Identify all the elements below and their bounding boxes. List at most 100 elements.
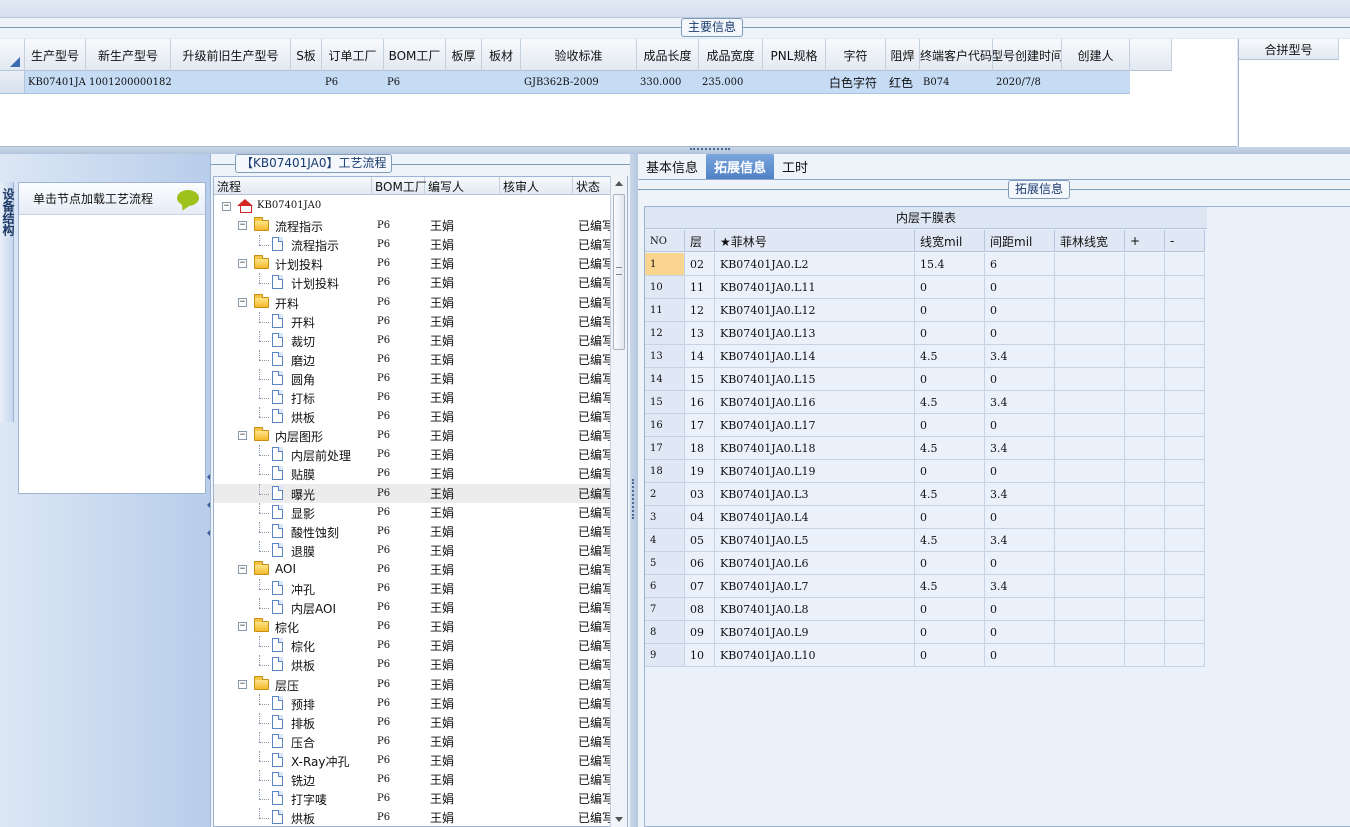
main-cell[interactable]: 235.000 (699, 71, 763, 93)
film-cell[interactable]: KB07401JA0.L3 (715, 483, 915, 505)
film-cell[interactable]: 04 (685, 506, 715, 528)
film-cell[interactable] (1165, 529, 1205, 551)
main-col-header[interactable]: 终端客户代码 (920, 39, 993, 71)
tree-node[interactable]: 磨边 P6 王娟 已编写 (214, 349, 614, 369)
film-cell[interactable] (1125, 621, 1165, 643)
tree-col-header[interactable]: 核审人 (500, 177, 573, 195)
main-cell[interactable]: 白色字符 (826, 71, 886, 93)
film-cell[interactable]: 0 (985, 598, 1055, 620)
film-table-row[interactable]: 17 18 KB07401JA0.L18 4.5 3.4 (645, 437, 1205, 460)
film-cell[interactable] (1125, 414, 1165, 436)
film-cell[interactable]: 14 (645, 368, 685, 390)
film-table-row[interactable]: 2 03 KB07401JA0.L3 4.5 3.4 (645, 483, 1205, 506)
main-cell[interactable]: KB07401JA0 (25, 71, 86, 93)
scroll-thumb[interactable] (613, 194, 625, 350)
film-cell[interactable]: 18 (645, 460, 685, 482)
film-table-row[interactable]: 3 04 KB07401JA0.L4 0 0 (645, 506, 1205, 529)
film-cell[interactable] (1125, 437, 1165, 459)
film-cell[interactable]: KB07401JA0.L18 (715, 437, 915, 459)
film-cell[interactable]: 0 (985, 414, 1055, 436)
film-table-row[interactable]: 16 17 KB07401JA0.L17 0 0 (645, 414, 1205, 437)
film-cell[interactable] (1055, 506, 1125, 528)
film-table-row[interactable]: 6 07 KB07401JA0.L7 4.5 3.4 (645, 575, 1205, 598)
main-cell[interactable]: P6 (322, 71, 384, 93)
film-cell[interactable] (1165, 414, 1205, 436)
main-grid-row[interactable]: KB07401JA0 10012000001826 P6 P6 GJB362B-2009… (0, 71, 1130, 94)
film-cell[interactable]: 12 (645, 322, 685, 344)
film-cell[interactable] (1055, 391, 1125, 413)
tree-node-name[interactable]: − 棕化 (214, 617, 372, 636)
film-cell[interactable]: 0 (985, 552, 1055, 574)
film-table-row[interactable]: 15 16 KB07401JA0.L16 4.5 3.4 (645, 391, 1205, 414)
film-cell[interactable]: 14 (685, 345, 715, 367)
film-cell[interactable]: 3 (645, 506, 685, 528)
main-cell[interactable] (446, 71, 482, 93)
tree-col-header[interactable]: 编写人 (425, 177, 500, 195)
tree-node[interactable]: X-Ray冲孔 P6 王娟 已编写 (214, 750, 614, 770)
film-cell[interactable]: KB07401JA0.L13 (715, 322, 915, 344)
tab-work-hours[interactable]: 工时 (774, 154, 816, 179)
film-cell[interactable]: 18 (685, 437, 715, 459)
scroll-up-icon[interactable] (615, 181, 623, 186)
tree-node-name[interactable]: 烘板 (214, 407, 372, 426)
tree-node[interactable]: 计划投料 P6 王娟 已编写 (214, 273, 614, 292)
film-cell[interactable] (1165, 437, 1205, 459)
tab-device-structure[interactable]: 设备结构 (0, 182, 15, 422)
film-cell[interactable] (1125, 529, 1165, 551)
main-col-header[interactable]: 成品宽度 (699, 39, 763, 71)
tree-node-name[interactable]: 计划投料 (214, 273, 372, 292)
tree-node[interactable]: − KB07401JA0 (214, 197, 614, 216)
tree-node-name[interactable]: 酸性蚀刻 (214, 521, 372, 541)
tree-node[interactable]: 流程指示 P6 王娟 已编写 (214, 235, 614, 254)
film-cell[interactable]: 19 (685, 460, 715, 482)
tree-node[interactable]: − 开料 P6 王娟 已编写 (214, 293, 614, 312)
film-cell[interactable] (1165, 276, 1205, 298)
film-cell[interactable] (1055, 621, 1125, 643)
film-table-row[interactable]: 8 09 KB07401JA0.L9 0 0 (645, 621, 1205, 644)
film-table-row[interactable]: 4 05 KB07401JA0.L5 4.5 3.4 (645, 529, 1205, 552)
film-cell[interactable] (1165, 391, 1205, 413)
film-cell[interactable]: 0 (915, 299, 985, 321)
film-cell[interactable]: 15.4 (915, 253, 985, 275)
film-cell[interactable]: 0 (915, 506, 985, 528)
tree-node-name[interactable]: 排板 (214, 712, 372, 732)
film-cell[interactable]: 0 (915, 322, 985, 344)
tree-node-name[interactable]: 预排 (214, 693, 372, 713)
tree-node[interactable]: 预排 P6 王娟 已编写 (214, 693, 614, 713)
film-cell[interactable] (1165, 483, 1205, 505)
film-cell[interactable]: 6 (645, 575, 685, 597)
vertical-splitter[interactable] (630, 154, 638, 827)
tree-node[interactable]: 铣边 P6 王娟 已编写 (214, 770, 614, 789)
tree-scrollbar[interactable] (610, 176, 627, 827)
film-cell[interactable] (1165, 575, 1205, 597)
film-cell[interactable] (1055, 644, 1125, 666)
tree-node-name[interactable]: 流程指示 (214, 235, 372, 254)
film-cell[interactable]: 0 (915, 598, 985, 620)
main-cell[interactable]: 330.000 (637, 71, 699, 93)
tree-node-name[interactable]: 打标 (214, 388, 372, 407)
film-cell[interactable]: 3.4 (985, 391, 1055, 413)
tree-node[interactable]: 酸性蚀刻 P6 王娟 已编写 (214, 521, 614, 541)
main-col-header[interactable]: 创建人 (1062, 39, 1130, 71)
tree-node[interactable]: 退膜 P6 王娟 已编写 (214, 540, 614, 560)
film-table-row[interactable]: 12 13 KB07401JA0.L13 0 0 (645, 322, 1205, 345)
film-cell[interactable]: 11 (685, 276, 715, 298)
film-cell[interactable]: 4.5 (915, 437, 985, 459)
tree-node[interactable]: 曝光 P6 王娟 已编写 (214, 483, 614, 503)
tree-node-name[interactable]: 压合 (214, 731, 372, 751)
film-cell[interactable]: 4.5 (915, 345, 985, 367)
tree-node-name[interactable]: − 层压 (214, 675, 372, 694)
tree-node[interactable]: − 层压 P6 王娟 已编写 (214, 675, 614, 694)
film-cell[interactable] (1055, 253, 1125, 275)
film-col-header[interactable]: 线宽mil (915, 230, 985, 252)
collapse-icon[interactable]: − (238, 221, 247, 231)
film-cell[interactable] (1165, 368, 1205, 390)
tree-node-name[interactable]: − AOI (214, 560, 372, 579)
film-col-header[interactable]: 层 (685, 230, 715, 252)
tree-node-name[interactable]: − 开料 (214, 293, 372, 312)
film-col-header[interactable]: - (1165, 230, 1205, 252)
film-cell[interactable]: 4.5 (915, 529, 985, 551)
film-cell[interactable] (1165, 552, 1205, 574)
film-cell[interactable]: 15 (645, 391, 685, 413)
film-cell[interactable] (1165, 253, 1205, 275)
